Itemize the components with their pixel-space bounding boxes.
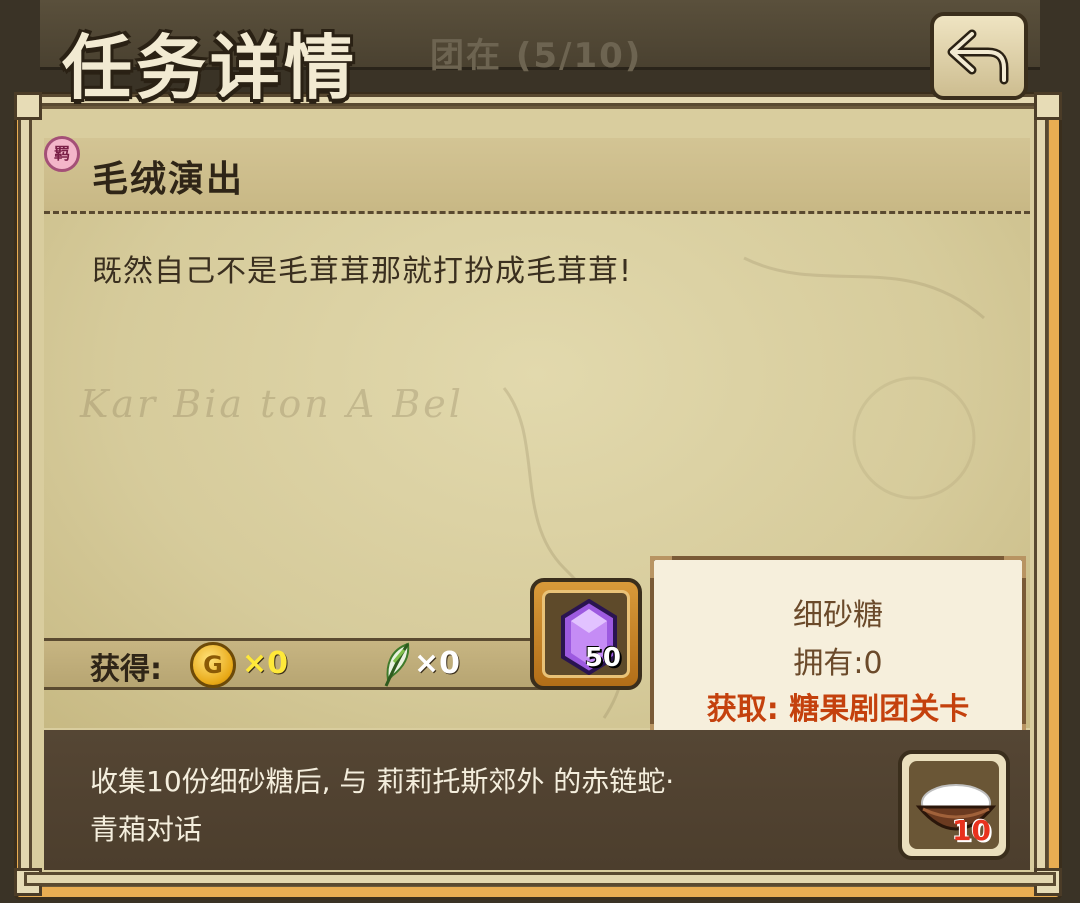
bond-badge-icon: 羁 xyxy=(44,136,80,172)
frame-corner-tr xyxy=(1034,92,1062,120)
return-arrow-icon xyxy=(947,29,1009,85)
objective-item-count: 10 xyxy=(952,814,991,847)
quest-description: 既然自己不是毛茸茸那就打扮成毛茸茸! xyxy=(92,254,633,289)
map-watermark-text: Kar Bia ton A Bel xyxy=(80,382,464,426)
tooltip-source: 获取: 糖果剧团关卡 xyxy=(706,692,970,727)
frame-corner-tl xyxy=(14,92,42,120)
gem-reward-count: 50 xyxy=(584,643,621,673)
feather-reward-count: ×0 xyxy=(414,646,461,681)
back-button[interactable] xyxy=(930,12,1028,100)
objective-item-slot[interactable]: 10 xyxy=(898,750,1010,860)
frame-left-bar xyxy=(18,100,32,883)
objective-text-line1: 收集10份细砂糖后, 与 莉莉托斯郊外 的赤链蛇· xyxy=(90,765,675,798)
tooltip-corner-tr xyxy=(1004,556,1026,578)
sugar-slot-inner: 10 xyxy=(909,761,999,849)
gem-reward-slot[interactable]: 50 xyxy=(530,578,642,690)
tooltip-owned-count: 拥有:0 xyxy=(793,646,883,681)
feather-icon xyxy=(384,642,410,687)
quest-name: 毛绒演出 xyxy=(92,159,245,200)
objective-text: 收集10份细砂糖后, 与 莉莉托斯郊外 的赤链蛇· 青葙对话 xyxy=(90,758,850,854)
page-title: 任务详情 xyxy=(62,27,358,109)
gold-coin-icon: G xyxy=(190,642,236,688)
gem-slot-inner: 50 xyxy=(542,590,630,678)
item-tooltip: 细砂糖 拥有:0 获取: 糖果剧团关卡 xyxy=(650,556,1026,746)
frame-right-bar xyxy=(1034,100,1048,883)
frame-bottom-bar xyxy=(24,872,1056,886)
gold-reward-count: ×0 xyxy=(242,646,289,681)
background-progress-text: 团在 (5/10) xyxy=(430,36,643,76)
tooltip-item-name: 细砂糖 xyxy=(793,598,883,633)
objective-text-line2: 青葙对话 xyxy=(90,813,203,846)
reward-label: 获得: xyxy=(90,652,162,687)
tooltip-corner-tl xyxy=(650,556,672,578)
